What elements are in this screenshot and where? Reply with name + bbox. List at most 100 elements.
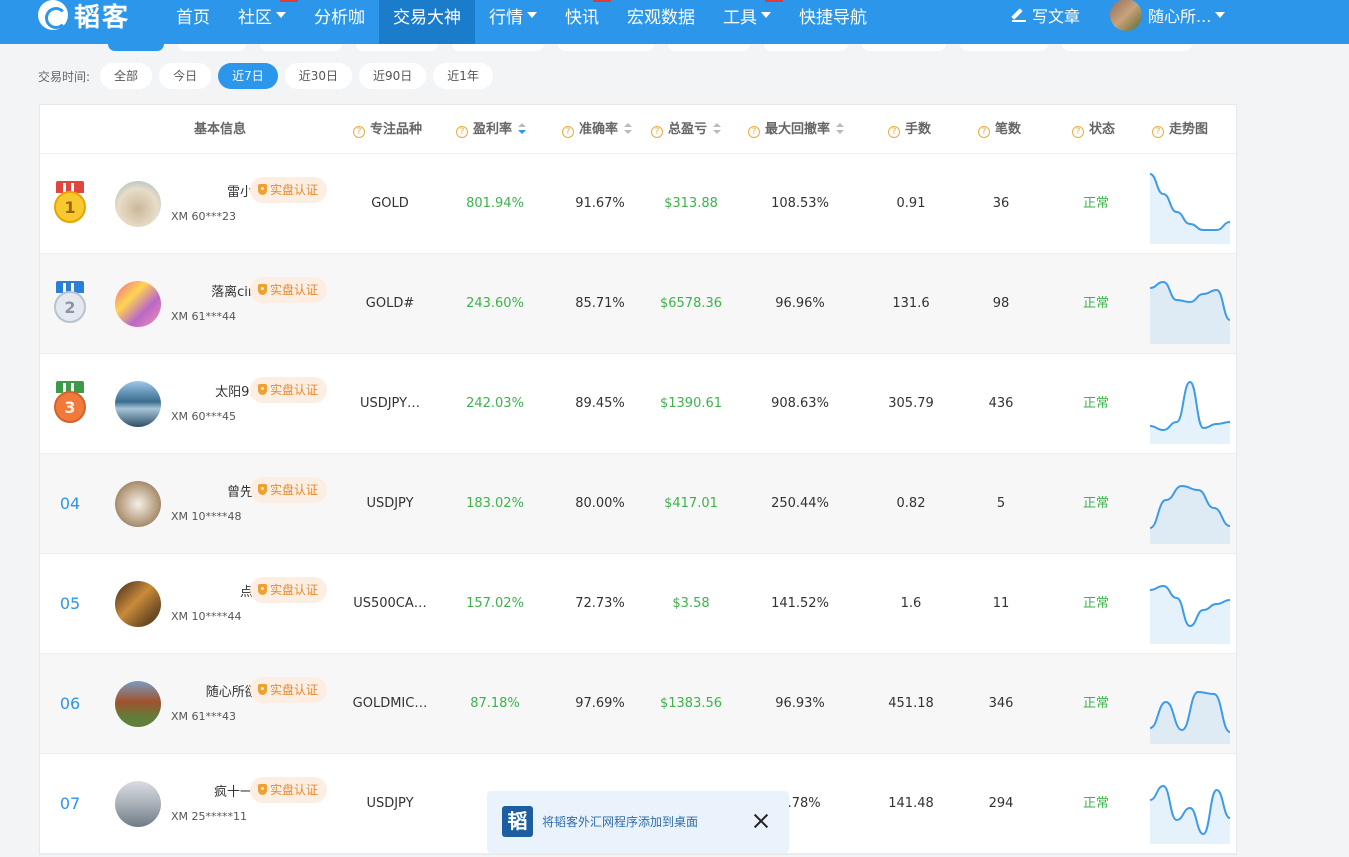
sort-icon[interactable] bbox=[836, 123, 845, 135]
time-filter-option[interactable]: 近1年 bbox=[433, 63, 493, 89]
table-row[interactable]: 1 雷小珍 XM 60***23 实盘认证 GOLD 801.94% 91.67% $313.… bbox=[40, 154, 1236, 254]
user-menu[interactable]: 随心所... bbox=[1110, 0, 1226, 31]
trend-area bbox=[1150, 382, 1230, 444]
nav-item[interactable]: 交易大神 bbox=[379, 0, 475, 44]
category-tab[interactable] bbox=[1062, 44, 1192, 51]
trader-account: XM 60***23 bbox=[171, 210, 237, 223]
sort-icon[interactable] bbox=[624, 123, 633, 135]
help-icon[interactable]: ? bbox=[562, 126, 574, 138]
trader-avatar[interactable] bbox=[115, 381, 161, 427]
verified-badge-label: 实盘认证 bbox=[270, 783, 319, 797]
trend-sparkline[interactable] bbox=[1148, 364, 1232, 444]
nav-item-label: 快捷导航 bbox=[799, 8, 867, 28]
category-tab[interactable] bbox=[452, 44, 544, 51]
header-max-drawdown[interactable]: ? 最大回撤率 bbox=[748, 105, 845, 154]
table-row[interactable]: 05点灯XM 10****44实盘认证US500CA…157.02%72.73%… bbox=[40, 554, 1236, 654]
header-symbol[interactable]: ? 专注品种 bbox=[353, 105, 422, 154]
header-profit-rate[interactable]: ? 盈利率 bbox=[456, 105, 527, 154]
total-pnl-cell: $1383.56 bbox=[659, 696, 723, 711]
chevron-down-icon bbox=[527, 12, 537, 18]
app-logo-icon: 韬 bbox=[502, 806, 533, 837]
time-filter-option[interactable]: 近7日 bbox=[218, 63, 278, 89]
nav-item[interactable]: 社区 bbox=[224, 0, 300, 44]
category-tab[interactable] bbox=[178, 44, 246, 51]
trend-sparkline[interactable] bbox=[1148, 764, 1232, 844]
time-filter-label: 交易时间: bbox=[38, 69, 91, 84]
add-to-desktop-toast[interactable]: 韬 将韬客外汇网程序添加到桌面 bbox=[487, 791, 789, 853]
category-tab[interactable] bbox=[356, 44, 438, 51]
chevron-down-icon bbox=[761, 12, 771, 18]
time-filter-option[interactable]: 今日 bbox=[159, 63, 212, 89]
trader-account: XM 61***44 bbox=[171, 310, 237, 323]
help-icon[interactable]: ? bbox=[456, 126, 468, 138]
close-icon[interactable] bbox=[751, 811, 771, 831]
trader-avatar[interactable] bbox=[115, 681, 161, 727]
trend-sparkline[interactable] bbox=[1148, 564, 1232, 644]
header-total-pnl[interactable]: ? 总盈亏 bbox=[651, 105, 722, 154]
header-lots: ? 手数 bbox=[888, 105, 931, 154]
time-filter-option[interactable]: 近30日 bbox=[284, 63, 352, 89]
category-tab[interactable] bbox=[108, 44, 164, 51]
category-tab[interactable] bbox=[260, 44, 342, 51]
category-tab[interactable] bbox=[764, 44, 848, 51]
time-filter-option[interactable]: 近90日 bbox=[359, 63, 427, 89]
nav-item[interactable]: 分析咖 bbox=[300, 0, 379, 44]
trader-avatar[interactable] bbox=[115, 181, 161, 227]
shield-icon bbox=[258, 784, 267, 795]
header-status: ? 状态 bbox=[1072, 105, 1115, 154]
help-icon[interactable]: ? bbox=[978, 126, 990, 138]
total-pnl-cell: $417.01 bbox=[664, 496, 718, 511]
profit-rate-cell: 242.03% bbox=[466, 396, 524, 411]
table-row[interactable]: 2 落离cirre XM 61***44 实盘认证 GOLD# 243.60% 85.71%… bbox=[40, 254, 1236, 354]
verified-badge-label: 实盘认证 bbox=[270, 283, 319, 297]
nav-item-label: 宏观数据 bbox=[627, 8, 695, 28]
nav-item[interactable]: 快捷导航 bbox=[785, 0, 881, 44]
profit-rate-cell: 183.02% bbox=[466, 496, 524, 511]
trader-avatar[interactable] bbox=[115, 481, 161, 527]
trades-cell: 36 bbox=[992, 196, 1010, 211]
trader-avatar[interactable] bbox=[115, 781, 161, 827]
nav-item[interactable]: 快讯 bbox=[551, 0, 613, 44]
site-logo[interactable]: 韬客 bbox=[38, 0, 130, 33]
chevron-down-icon bbox=[1215, 12, 1226, 18]
nav-item[interactable]: 工具 bbox=[709, 0, 785, 44]
silver-medal-icon: 2 bbox=[54, 281, 86, 325]
trades-cell: 5 bbox=[996, 496, 1006, 511]
time-filter-option[interactable]: 全部 bbox=[100, 63, 153, 89]
trend-sparkline[interactable] bbox=[1148, 164, 1232, 244]
category-tab[interactable] bbox=[668, 44, 750, 51]
toast-message[interactable]: 将韬客外汇网程序添加到桌面 bbox=[542, 791, 698, 853]
trader-avatar[interactable] bbox=[115, 281, 161, 327]
nav-item-label: 首页 bbox=[176, 8, 210, 28]
category-tab[interactable] bbox=[862, 44, 946, 51]
help-icon[interactable]: ? bbox=[888, 126, 900, 138]
trend-sparkline[interactable] bbox=[1148, 264, 1232, 344]
sort-icon[interactable] bbox=[518, 123, 527, 135]
help-icon[interactable]: ? bbox=[1152, 126, 1164, 138]
write-article-button[interactable]: 写文章 bbox=[1012, 3, 1080, 27]
max-drawdown-cell: 96.96% bbox=[775, 296, 825, 311]
symbol-cell: USDJPY bbox=[366, 496, 414, 511]
header-trades: ? 笔数 bbox=[978, 105, 1021, 154]
sort-icon[interactable] bbox=[713, 123, 722, 135]
help-icon[interactable]: ? bbox=[651, 126, 663, 138]
verified-badge: 实盘认证 bbox=[250, 277, 328, 303]
table-row[interactable]: 04 曾先森 XM 10****48 实盘认证 USDJPY 183.02% 80.00% $… bbox=[40, 454, 1236, 554]
help-icon[interactable]: ? bbox=[1072, 126, 1084, 138]
category-tab[interactable] bbox=[960, 44, 1048, 51]
table-row[interactable]: 06 随心所欲h XM 61***43 实盘认证 GOLDMIC… 87.18% 97.69… bbox=[40, 654, 1236, 754]
nav-item[interactable]: 行情 bbox=[475, 0, 551, 44]
trend-area bbox=[1150, 174, 1230, 244]
nav-item[interactable]: 宏观数据 bbox=[613, 0, 709, 44]
header-accuracy[interactable]: ? 准确率 bbox=[562, 105, 633, 154]
table-row[interactable]: 3 太阳999 XM 60***45 实盘认证 USDJPY… 242.03% 89.45%… bbox=[40, 354, 1236, 454]
trend-sparkline[interactable] bbox=[1148, 464, 1232, 544]
trend-sparkline[interactable] bbox=[1148, 664, 1232, 744]
shield-icon bbox=[258, 484, 267, 495]
category-tab[interactable] bbox=[558, 44, 654, 51]
nav-item[interactable]: 首页 bbox=[162, 0, 224, 44]
help-icon[interactable]: ? bbox=[353, 126, 365, 138]
trader-avatar[interactable] bbox=[115, 581, 161, 627]
verified-badge-label: 实盘认证 bbox=[270, 583, 319, 597]
help-icon[interactable]: ? bbox=[748, 126, 760, 138]
